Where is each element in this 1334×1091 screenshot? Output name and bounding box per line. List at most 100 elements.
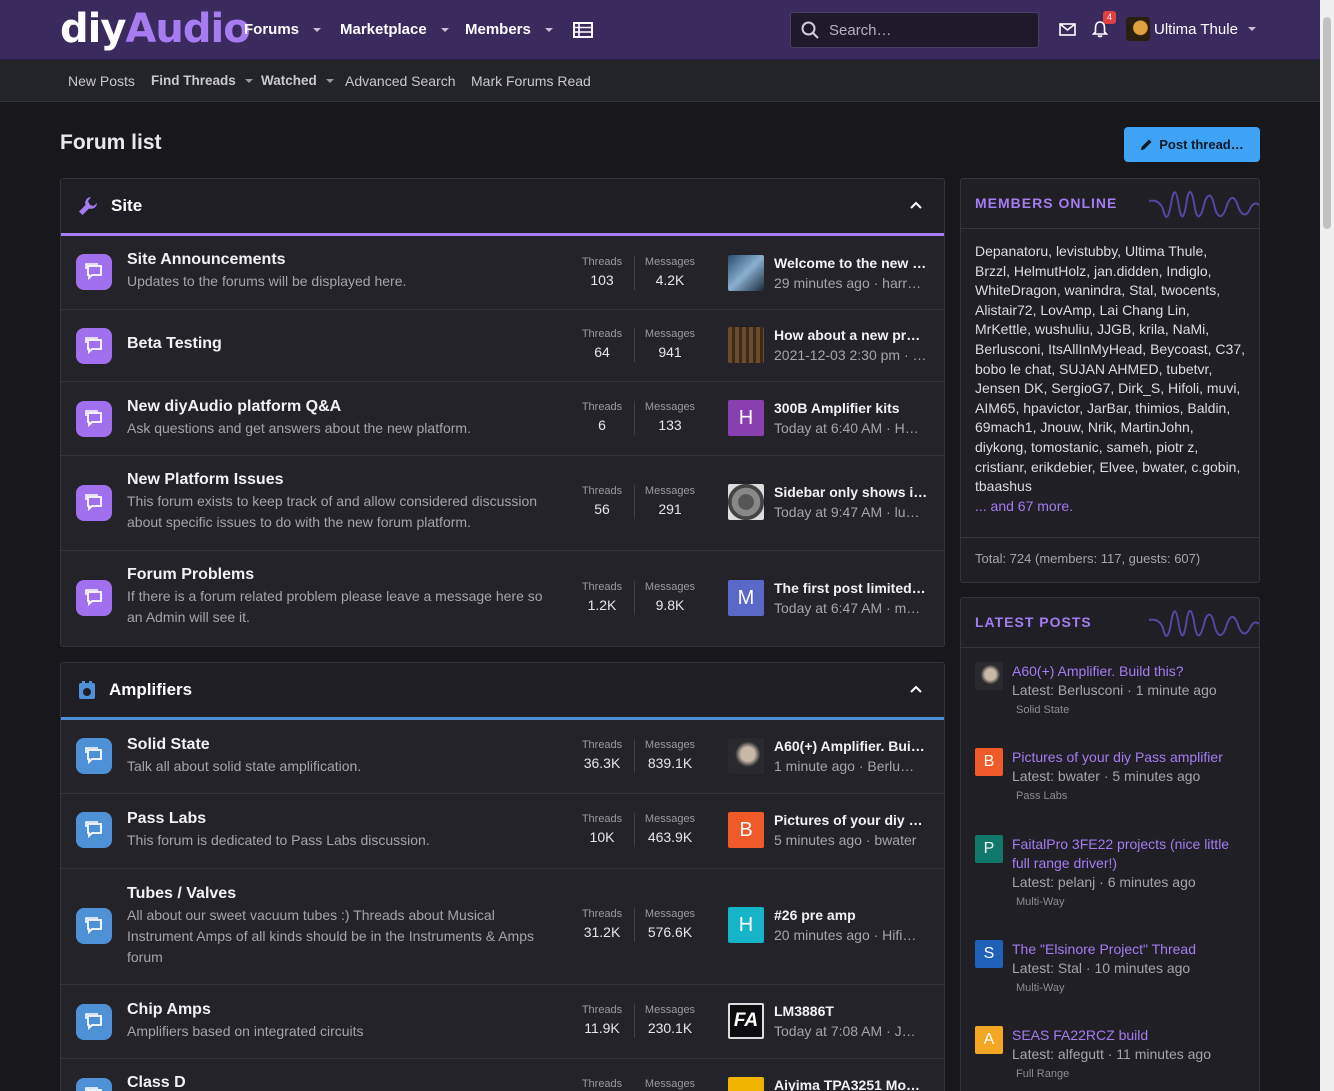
forum-node[interactable]: New Platform Issues This forum exists to … xyxy=(61,456,944,551)
avatar[interactable]: H xyxy=(728,907,764,943)
online-members-list[interactable]: Depanatoru, levistubby, Ultima Thule, Br… xyxy=(975,243,1245,494)
avatar[interactable] xyxy=(975,662,1003,690)
forum-title[interactable]: New diyAudio platform Q&A xyxy=(127,398,557,416)
chat-bubble-icon xyxy=(76,254,112,290)
chevron-down-icon[interactable] xyxy=(440,27,449,32)
site-logo[interactable]: diyAudio xyxy=(60,6,251,52)
latest-post-title[interactable]: The "Elsinore Project" Thread xyxy=(1012,940,1242,959)
latest-post-title[interactable]: Pictures of your diy Pass amplifier xyxy=(1012,748,1242,767)
stat-divider xyxy=(634,485,635,519)
chevron-down-icon[interactable] xyxy=(325,78,334,83)
avatar[interactable]: B xyxy=(975,748,1003,776)
scrollbar-thumb[interactable] xyxy=(1323,17,1331,229)
stat-divider xyxy=(634,908,635,942)
forum-node[interactable]: Tubes / Valves All about our sweet vacuum… xyxy=(61,869,944,985)
forum-title[interactable]: Pass Labs xyxy=(127,810,557,828)
latest-post-title[interactable]: FaitalPro 3FE22 projects (nice little fu… xyxy=(1012,835,1242,873)
forum-node[interactable]: Class D Threads Messages Aiyima TPA3251 … xyxy=(61,1059,944,1091)
last-post-title[interactable]: LM3886T xyxy=(774,1003,928,1019)
avatar[interactable]: P xyxy=(975,835,1003,863)
category-header[interactable]: Amplifiers xyxy=(61,663,944,720)
avatar[interactable] xyxy=(728,484,764,520)
avatar[interactable] xyxy=(728,738,764,774)
messages-label: Messages xyxy=(644,485,696,497)
forum-node[interactable]: Chip Amps Amplifiers based on integrated … xyxy=(61,985,944,1059)
latest-post-forum[interactable]: Pass Labs xyxy=(1016,790,1067,802)
latest-post-title[interactable]: SEAS FA22RCZ build xyxy=(1012,1026,1242,1045)
forum-title[interactable]: Forum Problems xyxy=(127,566,557,584)
avatar[interactable]: B xyxy=(728,812,764,848)
page-scrollbar[interactable] xyxy=(1320,0,1334,1091)
find-threads-menu[interactable]: Find Threads xyxy=(151,73,253,88)
threads-count: 103 xyxy=(590,272,614,288)
last-post-title[interactable]: 300B Amplifier kits xyxy=(774,400,928,416)
mark-forums-read-link[interactable]: Mark Forums Read xyxy=(471,73,591,89)
threads-count: 1.2K xyxy=(587,597,617,613)
avatar[interactable] xyxy=(728,327,764,363)
mail-icon[interactable] xyxy=(1056,18,1078,40)
last-post-title[interactable]: Welcome to the new … xyxy=(774,255,928,271)
advanced-search-link[interactable]: Advanced Search xyxy=(345,73,456,89)
nav-forums[interactable]: Forums xyxy=(244,21,322,38)
chat-bubble-icon xyxy=(76,908,112,944)
last-post-title[interactable]: Sidebar only shows i… xyxy=(774,484,928,500)
online-total: Total: 724 (members: 117, guests: 607) xyxy=(961,537,1259,579)
more-members-link[interactable]: ... and 67 more. xyxy=(975,498,1073,514)
avatar[interactable]: M xyxy=(728,580,764,616)
forum-title[interactable]: Class D xyxy=(127,1074,557,1091)
forum-node[interactable]: Forum Problems If there is a forum relate… xyxy=(61,551,944,646)
avatar[interactable]: H xyxy=(728,400,764,436)
user-menu[interactable]: Ultima Thule xyxy=(1126,17,1256,41)
avatar[interactable] xyxy=(728,1077,764,1091)
last-post-title[interactable]: The first post limited… xyxy=(774,580,928,596)
latest-post-title[interactable]: A60(+) Amplifier. Build this? xyxy=(1012,662,1242,681)
messages-label: Messages xyxy=(644,328,696,340)
avatar[interactable]: S xyxy=(975,940,1003,968)
latest-post-forum[interactable]: Full Range xyxy=(1016,1068,1069,1080)
forum-node[interactable]: Beta Testing Threads 64 Messages 941 How a… xyxy=(61,310,944,382)
nav-marketplace[interactable]: Marketplace xyxy=(340,21,449,38)
threads-count: 56 xyxy=(594,501,610,517)
forum-title[interactable]: Site Announcements xyxy=(127,251,557,269)
post-thread-button[interactable]: Post thread… xyxy=(1124,127,1260,162)
latest-post-forum[interactable]: Multi-Way xyxy=(1016,982,1064,994)
forum-title[interactable]: New Platform Issues xyxy=(127,471,557,489)
chevron-up-icon[interactable] xyxy=(910,201,922,209)
messages-count: 839.1K xyxy=(647,755,693,771)
category-title[interactable]: Amplifiers xyxy=(109,680,192,700)
last-post-title[interactable]: How about a new pr… xyxy=(774,327,928,343)
forum-node[interactable]: Solid State Talk all about solid state am… xyxy=(61,720,944,794)
wrench-icon xyxy=(79,197,97,215)
forum-node[interactable]: Pass Labs This forum is dedicated to Pass… xyxy=(61,794,944,869)
watched-menu[interactable]: Watched xyxy=(261,73,334,88)
forum-title[interactable]: Beta Testing xyxy=(127,335,557,353)
category-header[interactable]: Site xyxy=(61,179,944,236)
chevron-up-icon[interactable] xyxy=(910,685,922,693)
chevron-down-icon[interactable] xyxy=(1247,27,1256,31)
last-post-title[interactable]: #26 pre amp xyxy=(774,907,928,923)
chevron-down-icon[interactable] xyxy=(244,78,253,83)
avatar[interactable]: FA xyxy=(728,1003,764,1039)
avatar[interactable]: A xyxy=(975,1026,1003,1054)
latest-post-forum[interactable]: Multi-Way xyxy=(1016,896,1064,908)
search-input[interactable]: Search… xyxy=(790,12,1039,48)
forum-node[interactable]: New diyAudio platform Q&A Ask questions a… xyxy=(61,382,944,456)
last-post-meta: 2021-12-03 2:30 pm · … xyxy=(774,347,927,363)
search-placeholder: Search… xyxy=(829,21,892,39)
chevron-down-icon[interactable] xyxy=(544,27,553,32)
last-post-title[interactable]: A60(+) Amplifier. Bui… xyxy=(774,738,928,754)
forum-title[interactable]: Chip Amps xyxy=(127,1001,557,1019)
last-post-title[interactable]: Pictures of your diy … xyxy=(774,812,928,828)
forum-title[interactable]: Solid State xyxy=(127,736,557,754)
last-post-title[interactable]: Aiyima TPA3251 Mo… xyxy=(774,1077,928,1091)
chevron-down-icon[interactable] xyxy=(313,27,322,32)
list-icon[interactable] xyxy=(572,19,594,41)
latest-post-forum[interactable]: Solid State xyxy=(1016,704,1069,716)
forum-title[interactable]: Tubes / Valves xyxy=(127,885,557,903)
new-posts-link[interactable]: New Posts xyxy=(68,73,135,89)
forum-node[interactable]: Site Announcements Updates to the forums … xyxy=(61,236,944,310)
forum-description: This forum is dedicated to Pass Labs dis… xyxy=(127,832,430,848)
category-title[interactable]: Site xyxy=(111,196,142,216)
nav-members[interactable]: Members xyxy=(465,21,553,38)
avatar[interactable] xyxy=(728,255,764,291)
